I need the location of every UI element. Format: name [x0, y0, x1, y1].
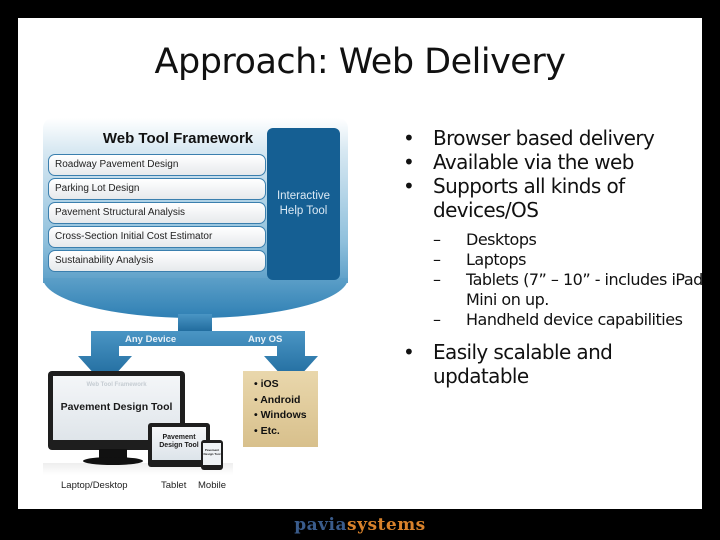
- logo-part-pavia: pavia: [294, 515, 347, 535]
- os-item-ios: • iOS: [254, 378, 279, 390]
- any-device-label: Any Device: [125, 334, 177, 345]
- mobile-phone-icon: Pavement Design Tool: [201, 440, 223, 470]
- sub-bullet-text: Tablets (7” – 10” - includes iPad Mini o…: [466, 270, 703, 309]
- os-item-etc: • Etc.: [254, 424, 280, 437]
- sub-bullet-text: Laptops: [466, 250, 526, 269]
- sub-bullet-item: – Tablets (7” – 10” - includes iPad Mini…: [433, 270, 703, 310]
- sub-bullet-list: – Desktops – Laptops – Tablets (7” – 10”…: [403, 230, 703, 330]
- os-list-box: • iOS • Android • Windows • Etc.: [243, 371, 318, 447]
- mobile-label: Mobile: [198, 480, 226, 491]
- sub-bullet-text: Handheld device capabilities: [466, 310, 683, 329]
- bullet-text: Browser based delivery: [433, 126, 655, 150]
- bullet-glyph: •: [403, 126, 415, 150]
- dash-glyph: –: [433, 310, 441, 329]
- split-arrow-icon: [78, 314, 318, 378]
- tablet-screen: Pavement Design Tool: [152, 427, 206, 460]
- bullet-glyph: •: [403, 174, 415, 198]
- sub-bullet-item: – Desktops: [433, 230, 703, 250]
- sub-bullet-text: Desktops: [466, 230, 537, 249]
- bullet-item: • Available via the web: [403, 150, 703, 174]
- bullet-item: • Easily scalable and updatable: [403, 340, 703, 388]
- monitor-screen-text: Pavement Design Tool: [60, 401, 173, 413]
- sub-bullet-item: – Handheld device capabilities: [433, 310, 703, 330]
- slide: Approach: Web Delivery Web Tool Framewor…: [18, 18, 703, 509]
- bullet-text: Easily scalable and updatable: [433, 340, 613, 388]
- monitor-stand-base: [83, 457, 143, 465]
- os-item-windows: • Windows: [254, 409, 307, 421]
- bullet-glyph: •: [403, 340, 415, 364]
- dash-glyph: –: [433, 270, 441, 289]
- tablet-label: Tablet: [161, 480, 187, 491]
- bullet-list: • Browser based delivery • Available via…: [403, 126, 703, 388]
- monitor-screen-title: Web Tool Framework: [86, 382, 147, 388]
- sub-bullet-item: – Laptops: [433, 250, 703, 270]
- bullet-text: Supports all kinds of devices/OS: [433, 174, 625, 222]
- bullet-item: • Supports all kinds of devices/OS: [403, 174, 703, 222]
- phone-screen-text: Pavement Design Tool: [203, 448, 221, 456]
- paviasystems-logo: paviasystems: [0, 515, 720, 535]
- web-delivery-diagram: Web Tool Framework Roadway Pavement Desi…: [43, 118, 348, 493]
- phone-screen: Pavement Design Tool: [203, 443, 221, 465]
- tablet-screen-text: Pavement Design Tool: [159, 434, 199, 449]
- logo-part-systems: systems: [347, 515, 426, 535]
- os-item-android: • Android: [254, 393, 301, 406]
- bullet-item: • Browser based delivery: [403, 126, 703, 150]
- any-os-label: Any OS: [248, 334, 283, 345]
- dash-glyph: –: [433, 230, 441, 249]
- slide-title: Approach: Web Delivery: [154, 42, 566, 82]
- bullet-glyph: •: [403, 150, 415, 174]
- dash-glyph: –: [433, 250, 441, 269]
- laptop-desktop-label: Laptop/Desktop: [61, 480, 128, 491]
- bullet-text: Available via the web: [433, 150, 634, 174]
